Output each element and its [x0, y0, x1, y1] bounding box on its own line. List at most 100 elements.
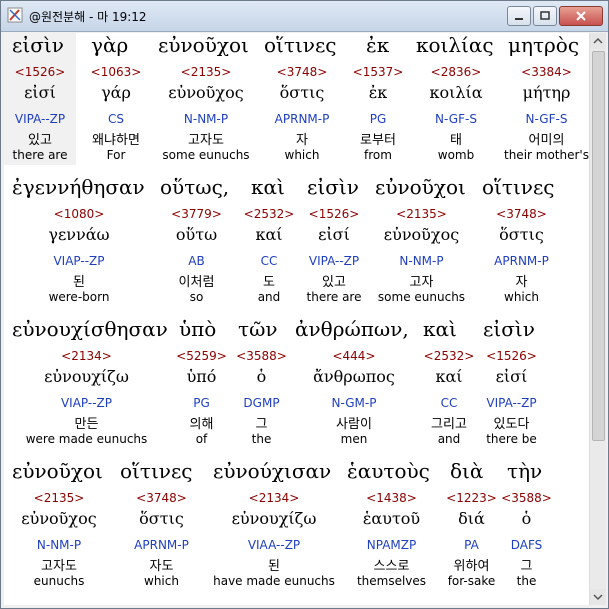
- english-gloss: themselves: [356, 574, 427, 588]
- korean-gloss: 있도다: [493, 417, 530, 432]
- word-block[interactable]: ἐγεννήθησαν <1080> γεννάω VIAP--ZP 된 wer…: [4, 175, 154, 307]
- word-block[interactable]: ἑαυτοὺς <1438> ἑαυτοῦ NPAMZP 스스로 themsel…: [339, 459, 444, 591]
- scroll-thumb[interactable]: [592, 51, 605, 441]
- chevron-down-icon: [593, 594, 603, 601]
- word-block[interactable]: οὕτως, <3779> οὕτω AB 이처럼 so: [154, 175, 239, 307]
- korean-gloss: 있고: [28, 133, 52, 148]
- strong-number[interactable]: <2134>: [4, 349, 169, 363]
- strong-number[interactable]: <2532>: [239, 207, 299, 221]
- word-block[interactable]: κοιλίας <2836> κοιλία N-GF-S 태 womb: [408, 33, 504, 165]
- strong-number[interactable]: <2532>: [419, 349, 479, 363]
- korean-gloss: 로부터: [360, 133, 396, 148]
- word-block[interactable]: τὴν <3588> ὁ DAFS 그 the: [499, 459, 554, 591]
- title-bar[interactable]: @원전분해 - 마 19:12: [1, 1, 608, 32]
- korean-gloss: 자: [296, 133, 308, 148]
- strong-number[interactable]: <3384>: [504, 65, 589, 79]
- strong-number[interactable]: <3588>: [234, 349, 289, 363]
- lemma: ὅστις: [279, 83, 325, 102]
- english-gloss: and: [437, 432, 461, 446]
- word-block[interactable]: ἐκ <1537> ἐκ PG 로부터 from: [348, 33, 408, 165]
- strong-number[interactable]: <1223>: [444, 491, 499, 505]
- lemma: καί: [255, 225, 283, 244]
- parsing-code: N-GF-S: [435, 112, 477, 126]
- strong-number[interactable]: <3748>: [114, 491, 209, 505]
- scroll-down-button[interactable]: [590, 589, 606, 605]
- word-block[interactable]: μητρὸς <3384> μήτηρ N-GF-S 어미의 their mot…: [504, 33, 589, 165]
- word-block[interactable]: εἰσὶν <1526> εἰσί VIPA--ZP 있도다 there be: [479, 317, 544, 449]
- strong-number[interactable]: <1063>: [76, 65, 156, 79]
- parsing-code: N-NM-P: [36, 538, 82, 552]
- lemma: εἰσί: [495, 367, 528, 386]
- english-gloss: the: [251, 432, 272, 446]
- word-block[interactable]: εὐνοῦχοι <2135> εὐνοῦχος N-NM-P 고자도 eunu…: [4, 459, 114, 591]
- parsing-code: AB: [188, 254, 205, 268]
- strong-number[interactable]: <5259>: [169, 349, 234, 363]
- close-icon: [576, 11, 586, 21]
- word-block[interactable]: εἰσὶν <1526> εἰσί VIPA--ZP 있고 there are: [299, 175, 369, 307]
- parsing-code: N-GF-S: [525, 112, 568, 126]
- korean-gloss: 그: [520, 559, 533, 574]
- word-block[interactable]: ἀνθρώπων, <444> ἄνθρωπος N-GM-P 사람이 men: [289, 317, 419, 449]
- word-block[interactable]: εὐνούχισαν <2134> εὐνουχίζω VIAA--ZP 된 h…: [209, 459, 339, 591]
- korean-gloss: 태: [450, 133, 462, 148]
- vertical-scrollbar[interactable]: [589, 33, 606, 605]
- word-block[interactable]: διὰ <1223> διά PA 위하여 for-sake: [444, 459, 499, 591]
- lemma: εὐνοῦχος: [21, 509, 97, 528]
- strong-number[interactable]: <2836>: [408, 65, 504, 79]
- scroll-up-button[interactable]: [590, 33, 606, 49]
- greek-word: εἰσὶν: [12, 33, 64, 57]
- english-gloss: some eunuchs: [377, 290, 466, 304]
- strong-number[interactable]: <3748>: [256, 65, 348, 79]
- word-block[interactable]: οἵτινες <3748> ὅστις APRNM-P 자 which: [256, 33, 348, 165]
- strong-number[interactable]: <444>: [289, 349, 419, 363]
- strong-number[interactable]: <3588>: [499, 491, 554, 505]
- strong-number[interactable]: <3779>: [154, 207, 239, 221]
- window-title: @원전분해 - 마 19:12: [29, 10, 147, 24]
- strong-number[interactable]: <1526>: [299, 207, 369, 221]
- strong-number[interactable]: <3748>: [474, 207, 569, 221]
- lemma: ὁ: [256, 367, 267, 386]
- word-block[interactable]: καὶ <2532> καί CC 도 and: [239, 175, 299, 307]
- word-block[interactable]: εὐνοῦχοι <2135> εὐνοῦχος N-NM-P 고자 some …: [369, 175, 474, 307]
- word-block[interactable]: γὰρ <1063> γάρ CS 왜냐하면 For: [76, 33, 156, 165]
- strong-number[interactable]: <2134>: [209, 491, 339, 505]
- lemma: εὐνουχίζω: [44, 367, 129, 386]
- lemma: ὅστις: [499, 225, 544, 244]
- strong-number[interactable]: <1080>: [4, 207, 154, 221]
- korean-gloss: 도: [263, 275, 275, 290]
- parsing-code: PA: [464, 538, 479, 552]
- strong-number[interactable]: <1526>: [479, 349, 544, 363]
- parsing-code: PG: [369, 112, 387, 126]
- word-block[interactable]: οἵτινες <3748> ὅστις APRNM-P 자도 which: [114, 459, 209, 591]
- parsing-code: CC: [440, 396, 458, 410]
- korean-gloss: 스스로: [373, 559, 410, 574]
- strong-number[interactable]: <1537>: [348, 65, 408, 79]
- korean-gloss: 그리고: [431, 417, 467, 432]
- greek-word: ἑαυτοὺς: [347, 459, 430, 483]
- parsing-code: VIAA--ZP: [247, 538, 301, 552]
- strong-number[interactable]: <2135>: [369, 207, 474, 221]
- english-gloss: which: [144, 574, 179, 588]
- word-block[interactable]: οἵτινες <3748> ὅστις APRNM-P 자 which: [474, 175, 569, 307]
- word-block[interactable]: ὑπὸ <5259> ὑπό PG 의해 of: [169, 317, 234, 449]
- interlinear-line-2: ἐγεννήθησαν <1080> γεννάω VIAP--ZP 된 wer…: [4, 175, 589, 315]
- word-block[interactable]: εἰσὶν <1526> εἰσί VIPA--ZP 있고 there are: [4, 33, 76, 165]
- strong-number[interactable]: <2135>: [4, 491, 114, 505]
- word-block[interactable]: τῶν <3588> ὁ DGMP 그 the: [234, 317, 289, 449]
- english-gloss: which: [284, 148, 320, 162]
- word-block[interactable]: εὐνουχίσθησαν <2134> εὐνουχίζω VIAP--ZP …: [4, 317, 169, 449]
- greek-word: τὴν: [507, 459, 543, 483]
- word-block[interactable]: καὶ <2532> καί CC 그리고 and: [419, 317, 479, 449]
- strong-number[interactable]: <1438>: [339, 491, 444, 505]
- strong-number[interactable]: <1526>: [4, 65, 76, 79]
- korean-gloss: 고자도: [188, 133, 224, 148]
- greek-word: οὕτως,: [160, 175, 230, 199]
- english-gloss: have made eunuchs: [213, 574, 335, 588]
- close-button[interactable]: [559, 6, 603, 26]
- lemma: εὐνοῦχος: [168, 83, 244, 102]
- korean-gloss: 이처럼: [178, 275, 215, 290]
- maximize-button[interactable]: [533, 6, 557, 26]
- word-block[interactable]: εὐνοῦχοι <2135> εὐνοῦχος N-NM-P 고자도 some…: [156, 33, 256, 165]
- minimize-button[interactable]: [507, 6, 531, 26]
- strong-number[interactable]: <2135>: [156, 65, 256, 79]
